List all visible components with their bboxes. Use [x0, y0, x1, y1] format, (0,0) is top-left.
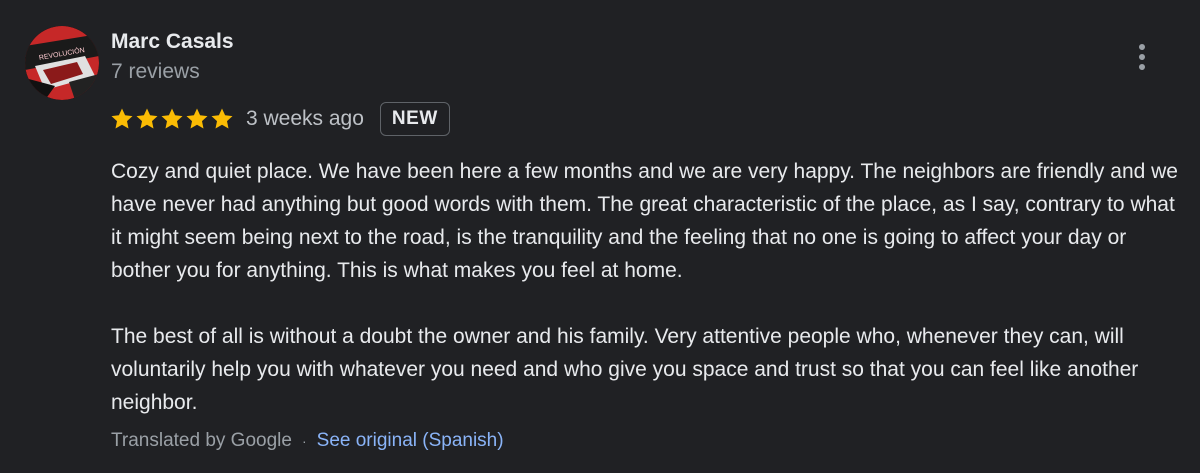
- review-paragraph: Cozy and quiet place. We have been here …: [111, 160, 1178, 282]
- review-text: Cozy and quiet place. We have been here …: [111, 155, 1191, 419]
- separator-dot: ·: [301, 433, 307, 449]
- star-icon: [186, 108, 208, 129]
- star-icon: [211, 108, 233, 129]
- star-icon: [136, 108, 158, 129]
- more-vertical-icon: [1139, 44, 1145, 70]
- author-name[interactable]: Marc Casals: [111, 30, 234, 54]
- translated-label: Translated by Google: [111, 430, 292, 451]
- star-icon: [161, 108, 183, 129]
- star-rating: [110, 107, 234, 131]
- translation-footer: Translated by Google · See original (Spa…: [111, 430, 504, 452]
- avatar[interactable]: REVOLUCIÓN: [25, 26, 99, 100]
- rating-row: 3 weeks ago NEW: [110, 101, 450, 137]
- review-card: REVOLUCIÓN Marc Casals 7 reviews 3 weeks…: [0, 0, 1200, 473]
- more-options-button[interactable]: [1128, 40, 1156, 74]
- author-reviews-count: 7 reviews: [111, 60, 200, 83]
- star-icon: [111, 108, 133, 129]
- new-badge: NEW: [379, 102, 450, 136]
- review-paragraph: The best of all is without a doubt the o…: [111, 325, 1139, 414]
- avatar-image: REVOLUCIÓN: [25, 26, 99, 100]
- review-time: 3 weeks ago: [246, 107, 364, 130]
- see-original-link[interactable]: See original (Spanish): [317, 430, 504, 452]
